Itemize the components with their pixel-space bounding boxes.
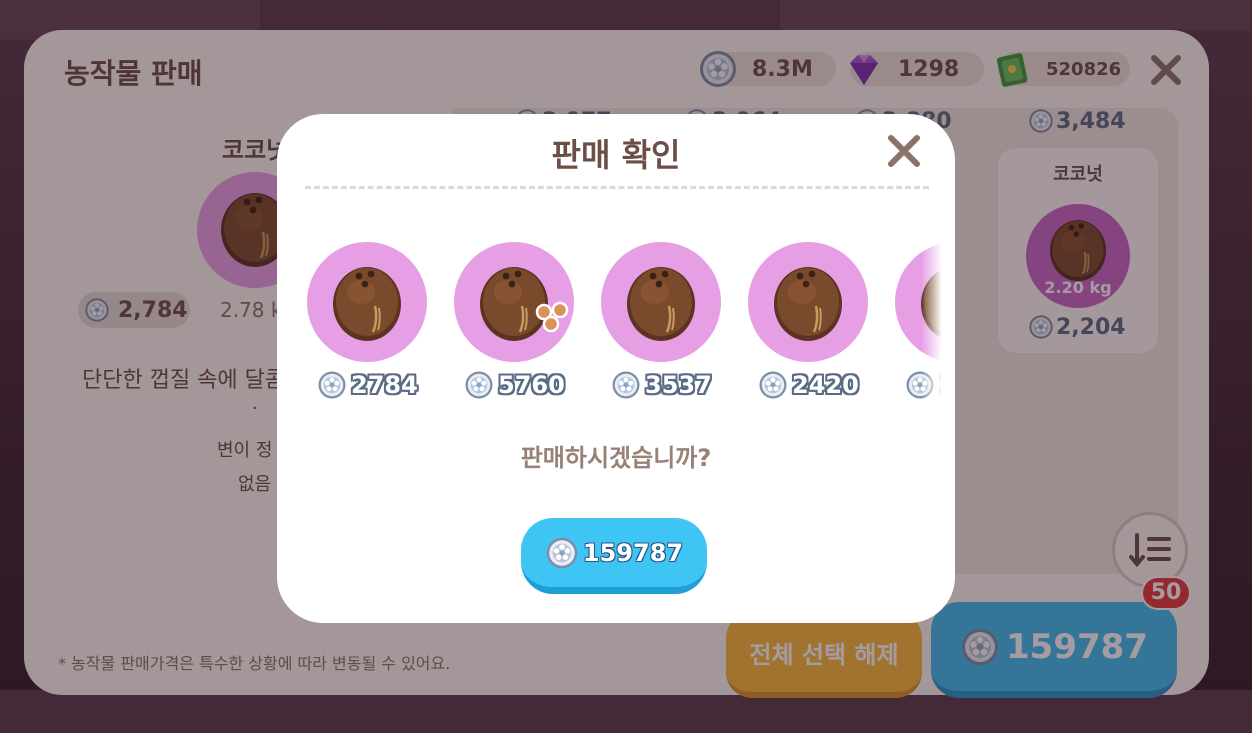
sell-item: 2784 (307, 242, 429, 407)
item-price: 2784 (317, 368, 418, 402)
coconut-icon (331, 262, 403, 342)
sell-item: 3537 (601, 242, 723, 407)
coin-icon (545, 536, 579, 570)
item-price: 2420 (758, 368, 859, 402)
sell-items-list[interactable]: 2784 5760 3537 2420 (307, 242, 943, 407)
dialog-title: 판매 확인 (551, 136, 681, 174)
close-icon[interactable] (883, 130, 925, 172)
sell-confirm-dialog: 판매 확인 2784 5760 3537 2420 판매하시겠습니까? 1597… (277, 114, 955, 623)
list-fade-edge (921, 238, 947, 413)
confirm-question: 판매하시겠습니까? (520, 444, 712, 472)
item-price: 3537 (611, 368, 712, 402)
item-image (601, 242, 721, 362)
confirm-sell-button[interactable]: 159787 (521, 518, 707, 594)
item-image (454, 242, 574, 362)
coin-icon (464, 370, 494, 400)
coin-icon (317, 370, 347, 400)
coin-icon (611, 370, 641, 400)
confirm-sell-price: 159787 (582, 538, 684, 567)
coin-icon (758, 370, 788, 400)
coconut-icon (772, 262, 844, 342)
coconut-icon (625, 262, 697, 342)
sell-item: 5760 (454, 242, 576, 407)
item-image (748, 242, 868, 362)
sell-item: 2420 (748, 242, 870, 407)
dialog-divider (305, 186, 929, 189)
item-image (307, 242, 427, 362)
item-price: 5760 (464, 368, 565, 402)
mutation-cluster-icon (535, 301, 569, 333)
